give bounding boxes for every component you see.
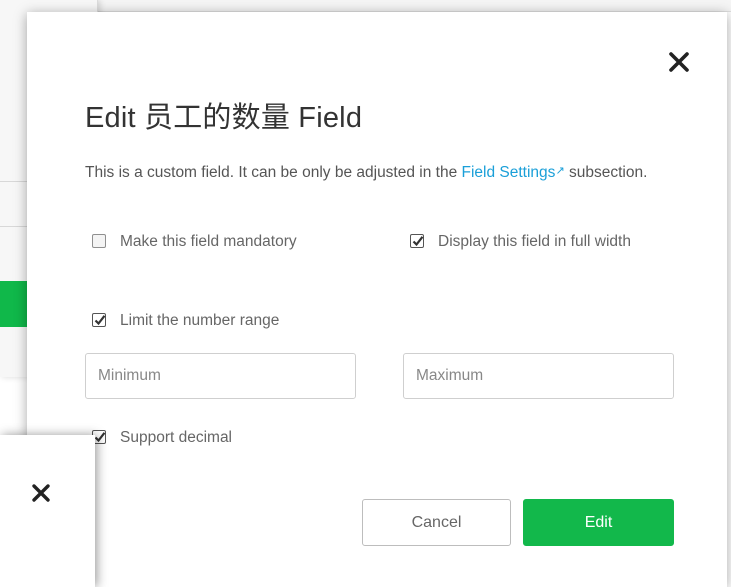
limit-range-checkbox[interactable] [92,313,106,327]
checkmark-icon [94,315,106,326]
minimum-input[interactable] [85,353,356,399]
modal-description: This is a custom field. It can be only b… [85,162,655,182]
close-icon [669,52,689,72]
mandatory-checkbox[interactable] [92,234,106,248]
checkmark-icon [412,236,424,247]
checkmark-icon [94,432,106,443]
background-top-strip [98,0,731,12]
full-width-checkbox[interactable] [410,234,424,248]
description-suffix: subsection. [564,164,648,181]
cancel-button[interactable]: Cancel [362,499,511,546]
field-settings-link[interactable]: Field Settings↗ [462,164,565,181]
support-decimal-label: Support decimal [120,429,233,446]
close-icon [32,484,50,502]
edit-field-modal: Edit 员工的数量 Field This is a custom field.… [27,12,727,587]
limit-range-label: Limit the number range [120,312,280,329]
overlapping-modal [0,435,95,587]
description-prefix: This is a custom field. It can be only b… [85,164,462,181]
close-button[interactable] [667,50,691,74]
modal-title: Edit 员工的数量 Field [85,102,363,134]
background-green-button [0,281,30,327]
maximum-input[interactable] [403,353,674,399]
external-link-icon: ↗ [555,165,565,177]
full-width-label: Display this field in full width [438,233,631,250]
overlapping-close-button[interactable] [30,482,52,504]
mandatory-label: Make this field mandatory [120,233,297,250]
edit-button[interactable]: Edit [523,499,674,546]
